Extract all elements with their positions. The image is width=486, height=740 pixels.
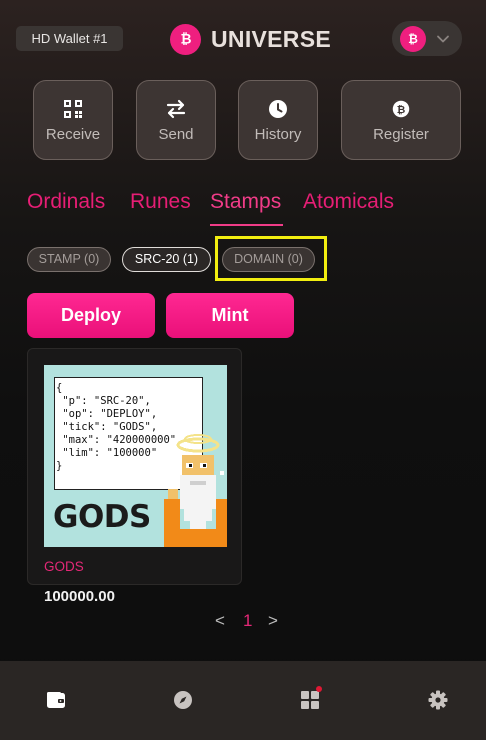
bitcoin-icon: ₿ — [170, 23, 201, 55]
token-image: { "p": "SRC-20", "op": "DEPLOY", "tick":… — [44, 365, 227, 547]
bitcoin-icon: ₿ — [390, 98, 412, 120]
nav-apps[interactable] — [299, 686, 322, 711]
receive-label: Receive — [45, 125, 101, 143]
nav-discover[interactable] — [172, 689, 194, 711]
tab-atomicals[interactable]: Atomicals — [303, 190, 394, 214]
register-label: Register — [373, 125, 429, 143]
wallet-label: HD Wallet #1 — [31, 31, 108, 46]
bottom-nav — [0, 661, 486, 740]
wallet-selector[interactable]: HD Wallet #1 — [16, 26, 123, 51]
nav-wallet[interactable] — [45, 689, 67, 711]
filter-stamp-label: STAMP (0) — [38, 252, 100, 266]
settings-gear-icon — [428, 690, 448, 710]
token-image-caption: GODS — [53, 499, 151, 535]
send-label: Send — [158, 125, 194, 143]
qr-code-icon — [62, 98, 84, 120]
svg-text:₿: ₿ — [180, 32, 191, 48]
pixel-deity-icon — [164, 434, 227, 547]
token-amount: 100000.00 — [44, 588, 115, 605]
tab-runes[interactable]: Runes — [130, 190, 191, 214]
next-page-button[interactable]: > — [268, 611, 278, 631]
mint-label: Mint — [211, 305, 249, 325]
chain-selector[interactable]: ₿ — [392, 21, 462, 56]
apps-grid-icon — [301, 691, 319, 709]
history-label: History — [254, 125, 302, 143]
chevron-down-icon — [437, 35, 449, 42]
tab-ordinals[interactable]: Ordinals — [27, 190, 105, 214]
prev-page-button[interactable]: < — [215, 611, 225, 631]
current-page[interactable]: 1 — [243, 611, 252, 631]
filter-stamp[interactable]: STAMP (0) — [27, 247, 111, 272]
svg-text:₿: ₿ — [408, 32, 418, 46]
wallet-icon — [47, 692, 65, 708]
transfer-arrows-icon — [165, 98, 187, 120]
token-card[interactable]: { "p": "SRC-20", "op": "DEPLOY", "tick":… — [27, 348, 242, 585]
deploy-button[interactable]: Deploy — [27, 293, 155, 338]
filter-src20[interactable]: SRC-20 (1) — [122, 247, 211, 272]
register-button[interactable]: ₿ Register — [341, 80, 461, 160]
highlight-box — [215, 236, 327, 281]
active-tab-underline — [210, 224, 283, 226]
tab-stamps[interactable]: Stamps — [210, 190, 281, 214]
receive-button[interactable]: Receive — [33, 80, 113, 160]
brand-name: UNIVERSE — [211, 25, 331, 52]
brand: ₿ UNIVERSE — [170, 22, 331, 56]
nav-settings[interactable] — [427, 689, 449, 711]
send-button[interactable]: Send — [136, 80, 216, 160]
filter-src20-label: SRC-20 (1) — [134, 252, 199, 266]
compass-icon — [174, 691, 192, 709]
history-button[interactable]: History — [238, 80, 318, 160]
token-ticker: GODS — [44, 559, 84, 574]
notification-dot — [316, 686, 322, 692]
svg-text:₿: ₿ — [397, 103, 406, 115]
mint-button[interactable]: Mint — [166, 293, 294, 338]
deploy-label: Deploy — [60, 305, 121, 325]
bitcoin-icon: ₿ — [400, 25, 426, 52]
clock-icon — [267, 98, 289, 120]
